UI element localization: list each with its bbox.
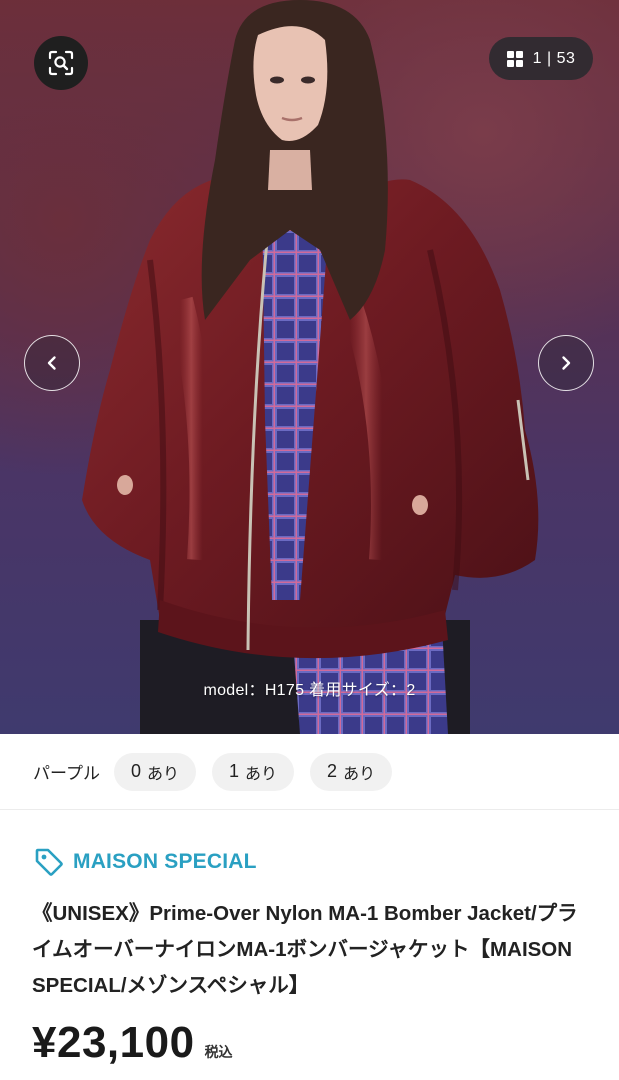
size-value: 0	[130, 761, 141, 781]
image-caption: model：H175 着用サイズ：2	[203, 682, 416, 699]
variant-selector: パープル 0 あり 1 あり 2 あり	[0, 734, 619, 810]
size-chip-1[interactable]: 1 あり	[212, 752, 295, 791]
brand-link[interactable]: MAISON SPECIAL	[34, 845, 257, 879]
price-block: ¥23,100 税込	[32, 1018, 233, 1068]
tag-icon	[35, 848, 63, 876]
chevron-left-icon	[47, 356, 56, 370]
image-counter: 1 | 53	[532, 49, 576, 67]
image-search-icon	[48, 50, 74, 76]
chevron-right-icon	[562, 356, 571, 370]
color-label: パープル	[33, 764, 100, 783]
size-chip-2[interactable]: 2 あり	[310, 752, 393, 791]
previous-image-button[interactable]	[24, 335, 80, 391]
stock-status: あり	[343, 765, 376, 783]
product-photo	[82, 0, 539, 734]
product-title: 《UNISEX》Prime-Over Nylon MA-1 Bomber Jac…	[32, 902, 578, 997]
grid-icon	[506, 50, 523, 67]
image-search-button[interactable]	[34, 36, 88, 90]
size-value: 1	[229, 761, 240, 781]
stock-status: あり	[245, 765, 278, 783]
size-value: 2	[327, 761, 338, 781]
size-chip-0[interactable]: 0 あり	[113, 752, 197, 791]
tax-label: 税込	[204, 1044, 233, 1060]
next-image-button[interactable]	[538, 335, 594, 391]
product-page: 1 | 53 model：H175 着用サイズ：2 パープル 0 あり 1 あり…	[0, 0, 619, 1080]
stock-status: あり	[147, 765, 180, 783]
image-counter-button[interactable]: 1 | 53	[489, 37, 593, 80]
product-price: ¥23,100	[32, 1018, 195, 1067]
product-image-gallery[interactable]: 1 | 53 model：H175 着用サイズ：2	[0, 0, 619, 734]
brand-name: MAISON SPECIAL	[73, 850, 257, 873]
